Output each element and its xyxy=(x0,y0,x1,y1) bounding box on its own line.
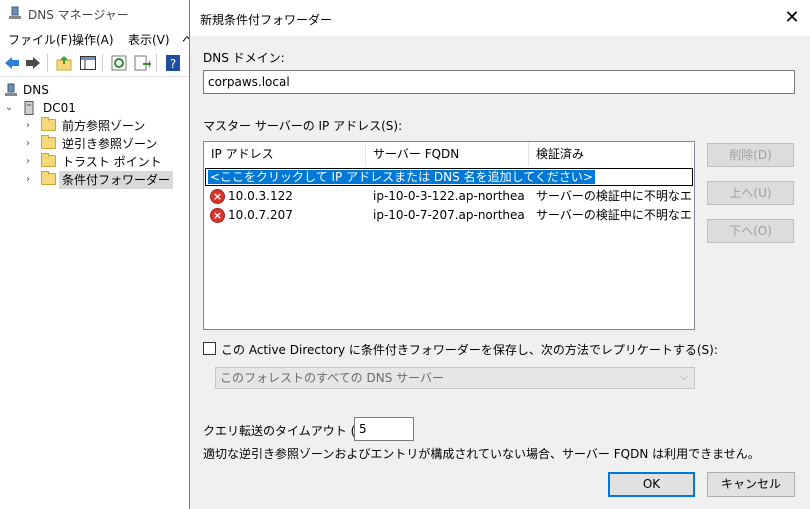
menu-action[interactable]: 操作(A) xyxy=(72,31,114,48)
new-conditional-forwarder-dialog: 新規条件付フォワーダー ✕ DNS ドメイン: corpaws.local マス… xyxy=(189,0,810,509)
forward-arrow-icon[interactable] xyxy=(24,54,42,72)
move-up-button[interactable]: 上へ(U) xyxy=(707,181,794,205)
toolbar-separator xyxy=(47,54,48,72)
chevron-right-icon[interactable]: › xyxy=(23,153,33,171)
menu-view[interactable]: 表示(V) xyxy=(128,31,170,48)
toolbar-separator xyxy=(156,54,157,72)
tree-node-trust-points[interactable]: › トラスト ポイント xyxy=(0,153,180,171)
folder-icon xyxy=(41,153,56,167)
chevron-down-icon: ⌵ xyxy=(680,372,688,383)
move-down-button[interactable]: 下へ(O) xyxy=(707,219,794,243)
tree-node-dns[interactable]: DNS xyxy=(0,81,180,99)
dialog-titlebar: 新規条件付フォワーダー ✕ xyxy=(190,0,810,36)
dialog-title: 新規条件付フォワーダー xyxy=(200,13,333,27)
folder-icon xyxy=(41,135,56,149)
master-servers-label: マスター サーバーの IP アドレス(S): xyxy=(203,119,403,133)
manager-title: DNS マネージャー xyxy=(28,8,129,22)
manager-titlebar: DNS マネージャー xyxy=(0,0,190,28)
console-tree: DNS ⌄ DC01 › 前方参照ゾーン › 逆引き参照ゾーン › トラスト ポ… xyxy=(0,78,189,509)
tree-node-forward-zones[interactable]: › 前方参照ゾーン xyxy=(0,117,180,135)
dns-domain-label: DNS ドメイン: xyxy=(203,51,285,65)
chevron-right-icon[interactable]: › xyxy=(23,135,33,153)
table-row[interactable]: × 10.0.3.122 ip-10-0-3-122.ap-northeas..… xyxy=(204,187,694,206)
timeout-input[interactable]: 5 xyxy=(354,417,414,441)
row-status: サーバーの検証中に不明なエ... xyxy=(536,208,692,222)
row-ip: 10.0.3.122 xyxy=(228,189,293,203)
row-fqdn: ip-10-0-3-122.ap-northeas... xyxy=(373,189,525,203)
menu-file[interactable]: ファイル(F) xyxy=(8,31,72,48)
row-fqdn: ip-10-0-7-207.ap-northeas... xyxy=(373,208,525,222)
tree-label-reverse-zones: 逆引き参照ゾーン xyxy=(62,137,158,151)
folder-icon xyxy=(41,171,56,185)
delete-button[interactable]: 削除(D) xyxy=(707,143,794,167)
manager-toolbar: ? xyxy=(0,50,190,77)
store-in-ad-checkbox[interactable] xyxy=(203,342,216,355)
column-header-ip[interactable]: IP アドレス xyxy=(204,142,366,166)
row-ip: 10.0.7.207 xyxy=(228,208,293,222)
refresh-icon[interactable] xyxy=(110,54,128,72)
back-arrow-icon[interactable] xyxy=(3,54,21,72)
error-icon: × xyxy=(210,208,225,223)
svg-text:?: ? xyxy=(170,57,176,71)
master-servers-list[interactable]: IP アドレス サーバー FQDN 検証済み <ここをクリックして IP アドレ… xyxy=(203,141,695,330)
tree-label-dc01: DC01 xyxy=(43,101,76,115)
server-icon xyxy=(24,101,34,115)
tree-node-conditional-forwarders[interactable]: › 条件付フォワーダー xyxy=(0,171,180,189)
row-status: サーバーの検証中に不明なエ... xyxy=(536,189,692,203)
tree-node-dc01[interactable]: ⌄ DC01 xyxy=(0,99,180,117)
add-address-row[interactable]: <ここをクリックして IP アドレスまたは DNS 名を追加してください> xyxy=(205,168,693,186)
tree-label-conditional-forwarders: 条件付フォワーダー xyxy=(59,171,174,189)
error-icon: × xyxy=(210,189,225,204)
show-hide-tree-icon[interactable] xyxy=(79,54,97,72)
dns-server-icon xyxy=(5,83,17,96)
toolbar-separator xyxy=(102,54,103,72)
ok-button[interactable]: OK xyxy=(608,472,695,497)
table-row[interactable]: × 10.0.7.207 ip-10-0-7-207.ap-northeas..… xyxy=(204,206,694,225)
manager-menubar: ファイル(F) 操作(A) 表示(V) ヘ xyxy=(0,29,194,49)
replication-scope-value: このフォレストのすべての DNS サーバー xyxy=(220,371,445,385)
dns-manager-icon xyxy=(9,6,21,19)
dns-domain-input[interactable]: corpaws.local xyxy=(203,70,795,94)
column-header-fqdn[interactable]: サーバー FQDN xyxy=(366,142,529,166)
timeout-label: クエリ転送のタイムアウト (秒): xyxy=(203,424,376,438)
tree-node-reverse-zones[interactable]: › 逆引き参照ゾーン xyxy=(0,135,180,153)
close-icon[interactable]: ✕ xyxy=(774,0,810,36)
store-in-ad-label[interactable]: この Active Directory に条件付きフォワーダーを保存し、次の方法… xyxy=(221,341,718,358)
replication-scope-select[interactable]: このフォレストのすべての DNS サーバー ⌵ xyxy=(215,367,695,389)
folder-icon xyxy=(41,117,56,131)
chevron-right-icon[interactable]: › xyxy=(23,171,33,189)
chevron-right-icon[interactable]: › xyxy=(23,117,33,135)
fqdn-note: 適切な逆引き参照ゾーンおよびエントリが構成されていない場合、サーバー FQDN … xyxy=(203,447,760,461)
export-list-icon[interactable] xyxy=(133,54,151,72)
help-icon[interactable]: ? xyxy=(164,54,182,72)
cancel-button[interactable]: キャンセル xyxy=(707,472,795,497)
tree-label-trust-points: トラスト ポイント xyxy=(62,155,162,169)
tree-label-forward-zones: 前方参照ゾーン xyxy=(62,119,146,133)
add-address-prompt[interactable]: <ここをクリックして IP アドレスまたは DNS 名を追加してください> xyxy=(208,170,595,184)
tree-label-dns: DNS xyxy=(23,83,49,97)
up-folder-icon[interactable] xyxy=(55,54,73,72)
column-header-validated[interactable]: 検証済み xyxy=(529,142,692,166)
chevron-down-icon[interactable]: ⌄ xyxy=(4,99,14,117)
